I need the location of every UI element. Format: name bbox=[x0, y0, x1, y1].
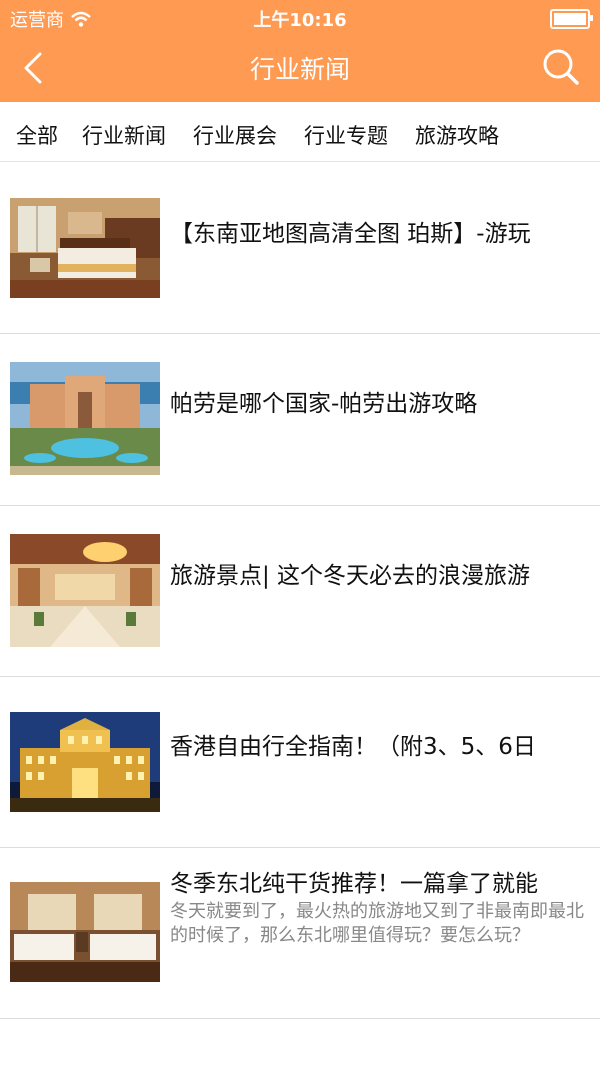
tab-industry-news[interactable]: 行业新闻 bbox=[82, 120, 166, 150]
category-tabs: 全部 行业新闻 行业展会 行业专题 旅游攻略 bbox=[0, 103, 600, 162]
article-thumbnail bbox=[10, 362, 160, 475]
nav-bar: 行业新闻 bbox=[0, 34, 600, 102]
list-item[interactable]: 帕劳是哪个国家-帕劳出游攻略 bbox=[0, 334, 600, 506]
list-item[interactable]: 香港自由行全指南！（附3、5、6日 bbox=[0, 677, 600, 848]
article-title: 帕劳是哪个国家-帕劳出游攻略 bbox=[170, 391, 478, 417]
article-title: 旅游景点| 这个冬天必去的浪漫旅游 bbox=[170, 563, 531, 589]
article-title: 冬季东北纯干货推荐！一篇拿了就能 bbox=[170, 871, 538, 897]
list-item[interactable]: 旅游景点| 这个冬天必去的浪漫旅游 bbox=[0, 506, 600, 677]
status-time: 上午10:16 bbox=[253, 10, 347, 31]
article-thumbnail bbox=[10, 198, 160, 298]
article-description: 冬天就要到了，最火热的旅游地又到了非最南即最北的时候了，那么东北哪里值得玩？要怎… bbox=[170, 901, 584, 946]
tab-all[interactable]: 全部 bbox=[16, 120, 58, 150]
article-thumbnail bbox=[10, 534, 160, 647]
list-item[interactable]: 冬季东北纯干货推荐！一篇拿了就能 冬天就要到了，最火热的旅游地又到了非最南即最北… bbox=[0, 848, 600, 1019]
tab-industry-expo[interactable]: 行业展会 bbox=[193, 120, 277, 150]
page-title: 行业新闻 bbox=[249, 55, 350, 84]
article-thumbnail bbox=[10, 882, 160, 982]
article-title: 【东南亚地图高清全图 珀斯】-游玩 bbox=[170, 221, 531, 247]
header: 运营商 上午10:16 行业新闻 bbox=[0, 0, 600, 102]
tab-travel-guides[interactable]: 旅游攻略 bbox=[415, 120, 499, 150]
search-button[interactable] bbox=[540, 46, 582, 88]
tab-industry-topics[interactable]: 行业专题 bbox=[304, 120, 388, 150]
search-icon bbox=[543, 49, 579, 85]
article-title: 香港自由行全指南！（附3、5、6日 bbox=[170, 734, 536, 760]
status-bar: 运营商 上午10:16 bbox=[0, 0, 600, 34]
article-thumbnail bbox=[10, 712, 160, 812]
battery-icon bbox=[550, 9, 593, 29]
list-item[interactable]: 【东南亚地图高清全图 珀斯】-游玩 bbox=[0, 162, 600, 334]
